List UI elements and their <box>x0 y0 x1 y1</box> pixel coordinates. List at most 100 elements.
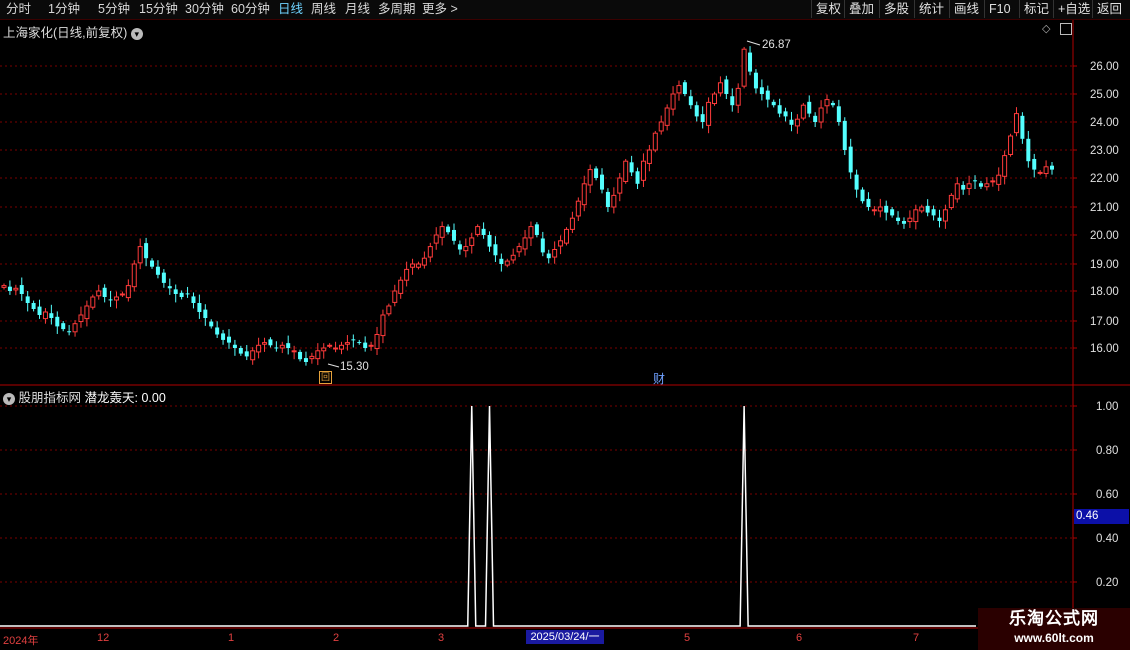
candle <box>209 319 214 329</box>
candle <box>215 321 220 339</box>
watermark-line2: www.60lt.com <box>1014 631 1094 645</box>
candle <box>942 204 948 229</box>
candle <box>830 100 835 108</box>
candle <box>522 229 528 256</box>
candle <box>84 300 90 327</box>
candle <box>439 221 445 246</box>
candle <box>1043 160 1049 178</box>
event-marker-finance[interactable]: 财 <box>653 370 665 387</box>
candle <box>286 335 291 355</box>
candle <box>724 75 729 100</box>
candle <box>706 97 712 134</box>
candle <box>1020 112 1025 144</box>
candle <box>807 95 812 118</box>
chart-canvas[interactable]: 16.0017.0018.0019.0020.0021.0022.0023.00… <box>0 0 1130 650</box>
candle <box>250 347 256 365</box>
indicator-tick-label: 0.40 <box>1096 533 1118 545</box>
indicator-tick-label: 0.60 <box>1096 489 1118 501</box>
indicator-source: 股朋指标网 <box>18 391 81 405</box>
candle <box>61 321 66 332</box>
candle <box>327 343 333 348</box>
date-label-jun: 6 <box>796 632 803 644</box>
event-marker-return[interactable]: 回 <box>319 371 332 384</box>
candle <box>1026 130 1031 168</box>
candle <box>221 329 226 345</box>
candle <box>404 261 410 287</box>
candle <box>13 284 19 296</box>
candle <box>469 232 475 254</box>
candle <box>357 339 362 345</box>
candle <box>540 231 545 257</box>
candle <box>7 280 12 295</box>
candle <box>676 80 682 101</box>
candle <box>415 261 421 270</box>
chevron-down-icon[interactable]: ▾ <box>3 392 15 405</box>
candle <box>623 158 629 184</box>
candle <box>493 236 498 262</box>
panel-layout-icon[interactable] <box>1060 23 1072 35</box>
candle <box>587 164 593 194</box>
candle <box>119 291 125 297</box>
candle <box>658 115 664 135</box>
candle <box>961 181 966 195</box>
candle <box>368 341 374 351</box>
candle <box>842 117 847 156</box>
candle <box>392 284 398 307</box>
candle <box>244 345 249 361</box>
candle <box>1 283 7 290</box>
candle <box>765 85 770 108</box>
candle <box>90 294 96 310</box>
price-tick-label: 19.00 <box>1090 259 1119 271</box>
watermark-logo: 乐淘公式网 www.60lt.com <box>978 608 1130 650</box>
candle <box>528 221 534 247</box>
candle <box>421 251 427 269</box>
candle <box>137 238 143 270</box>
date-label-dec: 12 <box>97 632 110 644</box>
indicator-value: 0.00 <box>141 391 166 405</box>
candle <box>836 99 841 126</box>
candle <box>605 188 610 213</box>
candle <box>646 144 652 172</box>
date-label-mar: 3 <box>438 632 445 644</box>
candle <box>860 187 865 204</box>
price-tick-label: 18.00 <box>1090 286 1119 298</box>
candle <box>19 277 24 301</box>
candle <box>884 200 889 221</box>
candle <box>433 227 439 250</box>
candle <box>303 351 308 366</box>
candle <box>161 269 166 288</box>
candle <box>173 284 178 303</box>
candle <box>504 258 510 268</box>
candle <box>600 168 605 194</box>
candle <box>1037 170 1043 176</box>
candle <box>818 100 824 129</box>
candle <box>1013 107 1019 137</box>
candle <box>877 198 883 218</box>
candle <box>232 339 237 356</box>
candle <box>890 207 895 218</box>
candle <box>446 224 451 235</box>
candle <box>611 187 617 214</box>
candle <box>315 343 321 366</box>
indicator-series-line <box>0 405 976 627</box>
indicator-tick-label: 0.80 <box>1096 445 1118 457</box>
candle <box>973 175 978 190</box>
candle <box>67 325 72 336</box>
candle <box>197 294 202 319</box>
candle <box>712 91 718 106</box>
candle <box>978 180 983 190</box>
candle <box>682 80 687 97</box>
diamond-icon[interactable]: ◇ <box>1042 22 1050 35</box>
candle <box>581 175 587 212</box>
candle <box>31 300 36 312</box>
price-tick-label: 23.00 <box>1090 145 1119 157</box>
candle <box>652 130 658 153</box>
date-label-feb: 2 <box>333 632 340 644</box>
candle <box>871 206 877 216</box>
chevron-down-icon[interactable]: ▾ <box>130 27 143 40</box>
candle <box>569 211 575 234</box>
candle <box>226 329 231 349</box>
candle <box>451 223 456 245</box>
candle <box>333 341 339 353</box>
candle <box>410 258 416 275</box>
